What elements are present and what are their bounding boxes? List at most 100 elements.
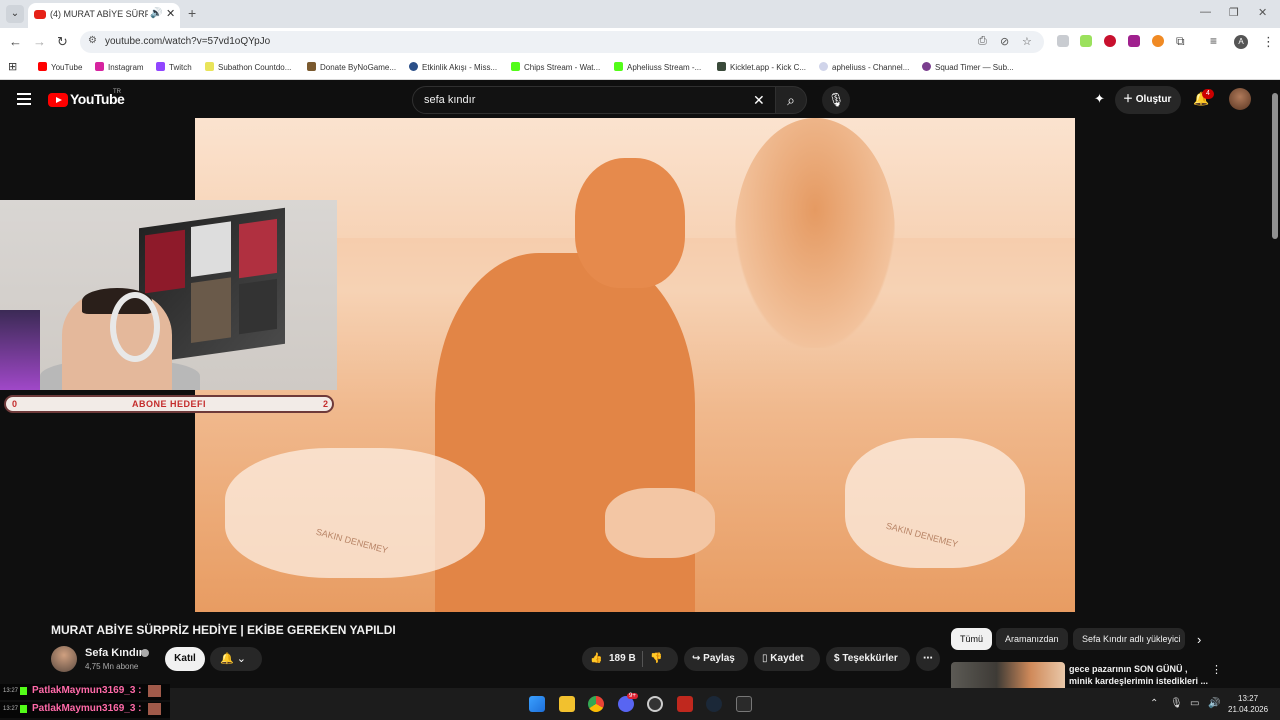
site-info-icon[interactable]: ⚙ bbox=[88, 35, 97, 46]
share-icon: ↪ bbox=[692, 653, 704, 664]
user-avatar[interactable] bbox=[1229, 88, 1251, 110]
red-extension-icon[interactable] bbox=[1104, 35, 1116, 47]
suggested-video-thumbnail[interactable] bbox=[951, 662, 1065, 688]
bookmark-kicklet[interactable]: Kicklet.app - Kick C... bbox=[717, 62, 806, 72]
reading-list-icon[interactable]: ≡ bbox=[1210, 34, 1217, 48]
bookmark-apheliuss-stream[interactable]: Apheliuss Stream -... bbox=[614, 62, 701, 72]
green-extension-icon[interactable] bbox=[1080, 35, 1092, 47]
emote-icon bbox=[148, 685, 161, 697]
chip-all[interactable]: Tümü bbox=[951, 628, 993, 650]
microphone-tray-icon[interactable]: 🎙 bbox=[1170, 698, 1183, 709]
search-input[interactable]: sefa kındır ✕ bbox=[412, 86, 776, 114]
minimize-icon[interactable]: — bbox=[1200, 6, 1211, 18]
network-tray-icon[interactable]: ▭ bbox=[1190, 698, 1199, 709]
close-window-icon[interactable]: ✕ bbox=[1258, 6, 1267, 19]
clock-date: 21.04.2026 bbox=[1228, 705, 1269, 714]
page-scrollbar[interactable] bbox=[1270, 81, 1280, 688]
notification-badge: 4 bbox=[1202, 89, 1214, 99]
bookmark-chips[interactable]: Chips Stream - Wat... bbox=[511, 62, 600, 72]
bookmarks-bar: ⊞ YouTube Instagram Twitch Subathon Coun… bbox=[0, 55, 1280, 80]
rgb-light bbox=[0, 310, 40, 390]
clear-search-icon[interactable]: ✕ bbox=[753, 92, 765, 109]
browser-tab-active[interactable]: (4) MURAT ABİYE SÜRPRİZ 🔊 ✕ bbox=[28, 3, 180, 28]
join-button[interactable]: Katıl bbox=[165, 647, 205, 671]
headset bbox=[110, 292, 160, 362]
thanks-button[interactable]: $ Teşekkürler bbox=[826, 647, 910, 671]
create-button[interactable]: ＋ Oluştur bbox=[1115, 86, 1181, 114]
chip-uploader[interactable]: Sefa Kındır adlı yükleyici bbox=[1073, 628, 1185, 650]
install-app-icon[interactable]: ⎙ bbox=[978, 35, 987, 48]
purple-extension-icon[interactable] bbox=[1128, 35, 1140, 47]
bookmark-apheliuss-channel[interactable]: apheliuss - Channel... bbox=[819, 62, 909, 72]
steam-icon[interactable] bbox=[706, 696, 722, 712]
epic-games-icon[interactable] bbox=[736, 696, 752, 712]
back-icon[interactable]: ← bbox=[9, 34, 22, 49]
kick-icon bbox=[20, 705, 27, 713]
dislike-icon[interactable]: 👎 bbox=[650, 647, 662, 671]
bookmark-etkinlik[interactable]: Etkinlik Akışı - Miss... bbox=[409, 62, 497, 72]
close-tab-icon[interactable]: ✕ bbox=[166, 7, 175, 20]
channel-avatar[interactable] bbox=[51, 646, 77, 672]
address-bar[interactable]: ⚙ youtube.com/watch?v=57vd1oQYpJo ⎙ ⊘ ☆ bbox=[80, 31, 1044, 53]
bookmark-instagram[interactable]: Instagram bbox=[95, 62, 144, 72]
gravestone-right: SAKIN DENEMEY bbox=[845, 438, 1025, 568]
bookmark-star-icon[interactable]: ☆ bbox=[1022, 35, 1032, 48]
search-button[interactable]: ⌕ bbox=[775, 86, 807, 114]
chrome-icon[interactable] bbox=[588, 696, 604, 712]
browser-menu-icon[interactable]: ⋮ bbox=[1262, 34, 1275, 50]
scroll-thumb[interactable] bbox=[1272, 93, 1278, 239]
like-icon[interactable]: 👍 bbox=[590, 647, 602, 671]
webcam-overlay bbox=[0, 200, 337, 390]
app-red-icon[interactable] bbox=[677, 696, 693, 712]
extensions-puzzle-icon[interactable]: ⧉ bbox=[1176, 34, 1185, 49]
bookmark-squad-timer[interactable]: Squad Timer — Sub... bbox=[922, 62, 1014, 72]
goal-end: 2 bbox=[322, 399, 328, 409]
start-icon[interactable] bbox=[529, 696, 545, 712]
sparkle-icon[interactable]: ✦ bbox=[1094, 91, 1105, 107]
bookmark-twitch[interactable]: Twitch bbox=[156, 62, 192, 72]
bookmark-youtube[interactable]: YouTube bbox=[38, 62, 82, 72]
bookmark-donate[interactable]: Donate ByNoGame... bbox=[307, 62, 396, 72]
search-query[interactable]: sefa kındır bbox=[424, 94, 475, 106]
voice-search-icon[interactable]: 🎙 bbox=[822, 86, 850, 114]
tray-chevron-icon[interactable]: ⌃ bbox=[1150, 698, 1158, 709]
orange-extension-icon[interactable] bbox=[1152, 35, 1164, 47]
forward-icon[interactable]: → bbox=[33, 34, 46, 49]
eye-off-icon[interactable]: ⊘ bbox=[1000, 35, 1009, 48]
kick-icon bbox=[20, 687, 27, 695]
menu-icon[interactable] bbox=[17, 93, 31, 105]
tab-title: (4) MURAT ABİYE SÜRPRİZ bbox=[50, 9, 148, 19]
save-button[interactable]: ▯ Kaydet bbox=[754, 647, 820, 671]
file-explorer-icon[interactable] bbox=[559, 696, 575, 712]
tab-search-chevron-icon[interactable]: ⌄ bbox=[6, 5, 24, 23]
youtube-logo-icon[interactable] bbox=[48, 93, 68, 107]
bookmark-subathon[interactable]: Subathon Countdo... bbox=[205, 62, 291, 72]
chevron-right-icon[interactable]: › bbox=[1197, 632, 1201, 647]
chip-from-search[interactable]: Aramanızdan bbox=[996, 628, 1068, 650]
like-count[interactable]: 189 B bbox=[609, 647, 636, 671]
create-label: Oluştur bbox=[1135, 94, 1172, 105]
subscription-bell-button[interactable]: 🔔 ⌄ bbox=[210, 647, 262, 671]
suggestion-menu-icon[interactable]: ⋮ bbox=[1211, 663, 1222, 676]
suggested-video-title[interactable]: gece pazarının SON GÜNÜ , minik kardeşle… bbox=[1069, 663, 1209, 687]
channel-name[interactable]: Sefa Kındır bbox=[85, 647, 143, 659]
obs-icon[interactable] bbox=[647, 696, 663, 712]
reload-icon[interactable]: ↻ bbox=[57, 34, 68, 50]
more-actions-icon[interactable]: ⋯ bbox=[916, 647, 940, 671]
discord-badge: 9+ bbox=[627, 693, 638, 699]
shield-extension-icon[interactable] bbox=[1057, 35, 1069, 47]
apps-grid-icon[interactable]: ⊞ bbox=[8, 60, 17, 73]
audio-playing-icon[interactable]: 🔊 bbox=[150, 8, 162, 19]
system-clock[interactable]: 13:27 21.04.2026 bbox=[1228, 693, 1268, 715]
new-tab-icon[interactable]: + bbox=[188, 5, 196, 21]
volume-tray-icon[interactable]: 🔊 bbox=[1208, 698, 1220, 709]
gravestone-left: SAKIN DENEMEY bbox=[225, 448, 485, 578]
restore-icon[interactable]: ❐ bbox=[1229, 6, 1239, 19]
verified-icon bbox=[141, 649, 149, 657]
profile-avatar[interactable]: A bbox=[1234, 35, 1248, 49]
share-button[interactable]: ↪ Paylaş bbox=[684, 647, 748, 671]
video-tree bbox=[735, 118, 895, 348]
youtube-favicon-icon bbox=[34, 10, 46, 19]
search-icon: ⌕ bbox=[787, 92, 795, 108]
url-text[interactable]: youtube.com/watch?v=57vd1oQYpJo bbox=[105, 36, 270, 47]
